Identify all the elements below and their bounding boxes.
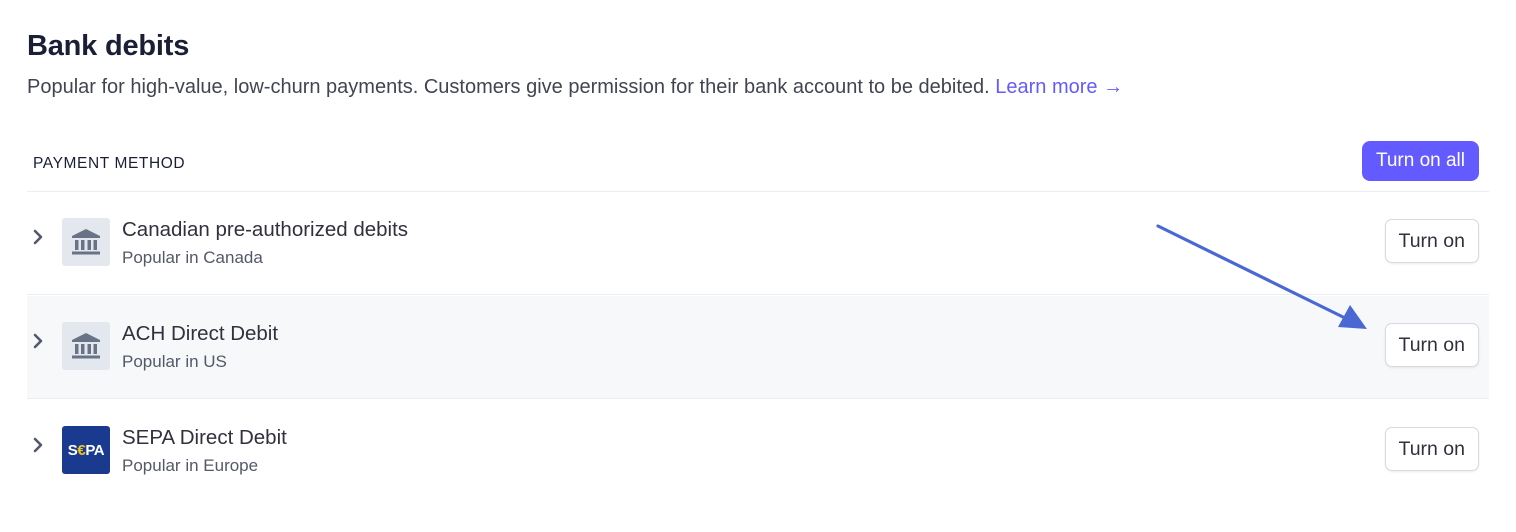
- payment-method-name: Canadian pre-authorized debits: [122, 218, 409, 241]
- turn-on-button[interactable]: Turn on: [1384, 323, 1479, 367]
- chevron-right-icon[interactable]: [31, 332, 45, 350]
- bank-icon: [62, 322, 110, 370]
- payment-method-name: ACH Direct Debit: [122, 322, 279, 345]
- chevron-right-icon[interactable]: [31, 436, 45, 454]
- payment-method-subtitle: Popular in Canada: [122, 248, 263, 267]
- sepa-logo-euro: €: [77, 441, 86, 459]
- turn-on-button[interactable]: Turn on: [1384, 219, 1479, 263]
- bank-icon: [62, 218, 110, 266]
- column-label-payment-method: PAYMENT METHOD: [33, 155, 186, 172]
- section-description-line: Popular for high-value, low-churn paymen…: [27, 76, 1123, 99]
- sepa-logo: S € PA: [62, 426, 110, 474]
- payment-method-subtitle: Popular in US: [122, 352, 227, 371]
- turn-on-button[interactable]: Turn on: [1384, 427, 1479, 471]
- learn-more-link[interactable]: Learn more →: [995, 76, 1123, 98]
- section-description: Popular for high-value, low-churn paymen…: [27, 76, 990, 98]
- payment-method-name: SEPA Direct Debit: [122, 426, 287, 449]
- turn-on-all-button[interactable]: Turn on all: [1361, 141, 1479, 181]
- payment-method-subtitle: Popular in Europe: [122, 456, 259, 475]
- chevron-right-icon[interactable]: [31, 228, 45, 246]
- sepa-logo-text-pa: PA: [85, 441, 105, 459]
- table-header: PAYMENT METHOD Turn on all: [27, 140, 1489, 192]
- bank-debits-section: Bank debits Popular for high-value, low-…: [0, 0, 1516, 532]
- payment-method-row-sepa-direct-debit[interactable]: S € PA SEPA Direct Debit Popular in Europe…: [27, 400, 1489, 503]
- payment-method-row-canadian-pad[interactable]: Canadian pre-authorized debits Popular i…: [27, 192, 1489, 295]
- sepa-logo-text-s: S: [67, 441, 78, 459]
- payment-method-row-ach-direct-debit[interactable]: ACH Direct Debit Popular in US Turn on: [27, 296, 1489, 399]
- section-title: Bank debits: [27, 30, 190, 62]
